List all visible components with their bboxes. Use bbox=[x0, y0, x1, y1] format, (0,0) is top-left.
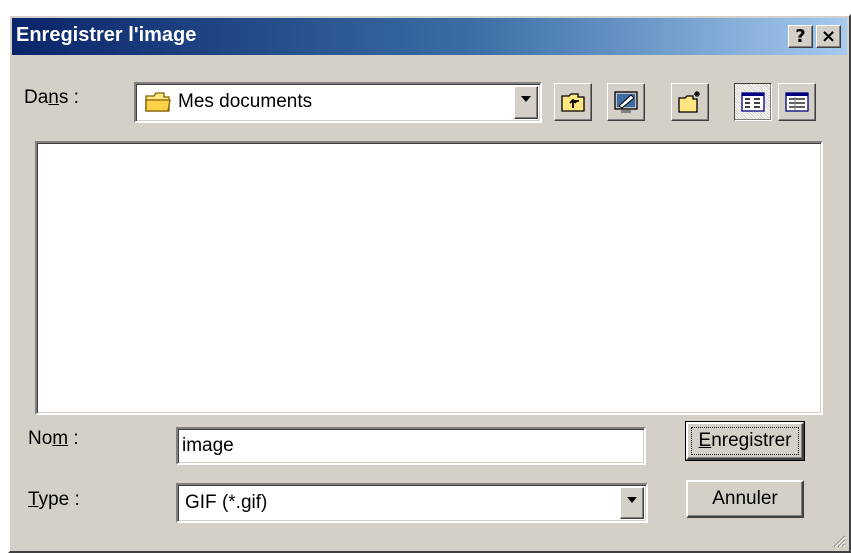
save-image-dialog: Enregistrer l'image ? × Dans : Mes docum… bbox=[8, 14, 851, 553]
filetype-label: Type : bbox=[28, 489, 80, 510]
location-label: Dans : bbox=[24, 87, 79, 108]
file-list[interactable] bbox=[35, 141, 823, 415]
up-one-level-button[interactable] bbox=[554, 83, 592, 121]
filename-label: Nom : bbox=[28, 428, 79, 449]
cancel-button[interactable]: Annuler bbox=[686, 480, 804, 518]
location-value: Mes documents bbox=[178, 91, 313, 112]
new-folder-icon bbox=[678, 91, 700, 113]
filename-input[interactable]: image bbox=[176, 427, 646, 465]
desktop-button[interactable] bbox=[607, 83, 645, 121]
close-button[interactable]: × bbox=[816, 25, 841, 48]
title-bar[interactable]: Enregistrer l'image ? × bbox=[12, 18, 847, 55]
focus-ring bbox=[691, 427, 799, 455]
filename-value: image bbox=[182, 435, 234, 456]
filetype-value: GIF (*.gif) bbox=[185, 492, 268, 513]
new-folder-button[interactable] bbox=[671, 83, 709, 121]
details-view-icon bbox=[785, 92, 809, 112]
chevron-down-icon bbox=[627, 497, 637, 503]
help-button[interactable]: ? bbox=[788, 25, 813, 48]
up-folder-icon bbox=[561, 93, 585, 112]
chevron-down-icon bbox=[521, 96, 531, 102]
window-title: Enregistrer l'image bbox=[16, 24, 197, 46]
list-view-button[interactable] bbox=[734, 83, 772, 121]
folder-icon bbox=[144, 90, 172, 120]
resize-grip-icon[interactable] bbox=[832, 534, 846, 548]
location-combobox[interactable]: Mes documents bbox=[134, 82, 542, 123]
list-view-icon bbox=[741, 92, 765, 112]
details-view-button[interactable] bbox=[778, 83, 816, 121]
filetype-dropdown-button[interactable] bbox=[620, 487, 644, 519]
desktop-icon bbox=[614, 91, 638, 113]
location-dropdown-button[interactable] bbox=[514, 86, 538, 119]
filetype-combobox[interactable]: GIF (*.gif) bbox=[176, 483, 648, 523]
save-button[interactable]: Enregistrer bbox=[685, 421, 805, 461]
